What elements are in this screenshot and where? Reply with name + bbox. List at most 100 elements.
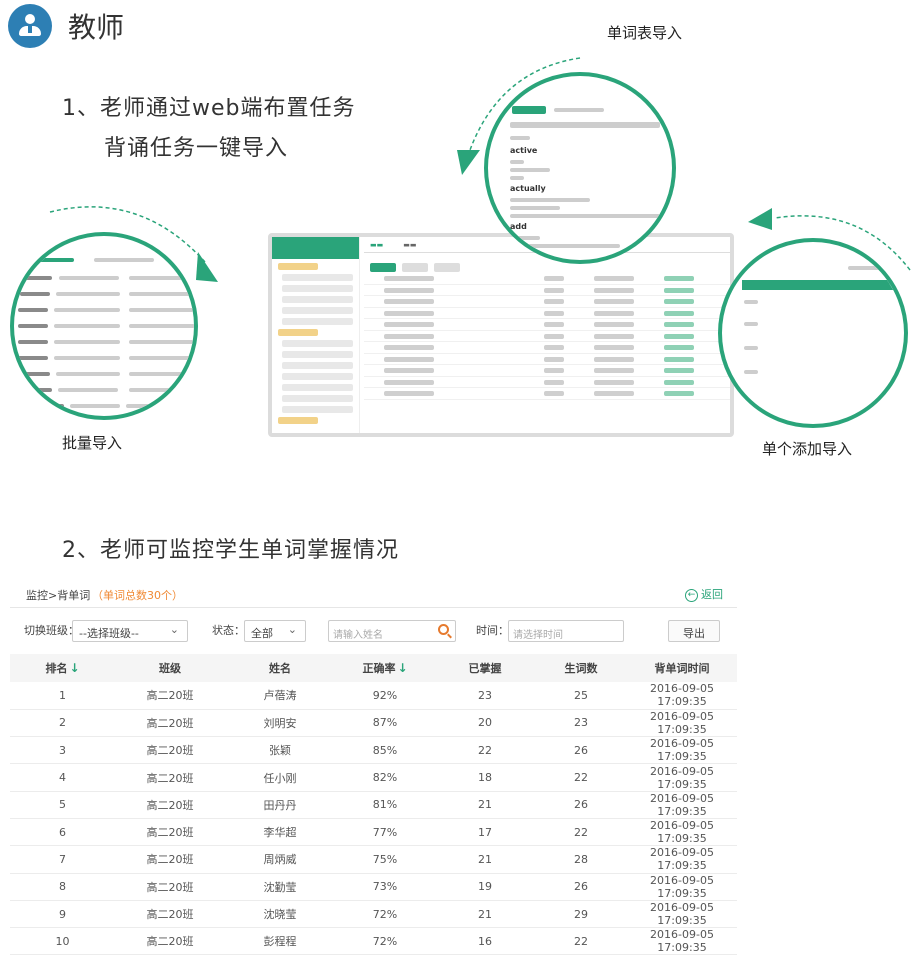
monitor-header: 监控>背单词 （单词总数30个） ← 返回 bbox=[10, 578, 737, 608]
zoom-word-actually: actually bbox=[510, 184, 546, 193]
cell-rank: 6 bbox=[10, 818, 115, 847]
cell-rank: 3 bbox=[10, 736, 115, 765]
table-row: 6 高二20班 李华超 77% 17 22 2016-09-05 17:09:35 bbox=[10, 818, 737, 847]
cell-name: 沈晓莹 bbox=[225, 900, 335, 929]
chevron-down-icon: ⌄ bbox=[287, 623, 297, 636]
cell-new-words: 26 bbox=[535, 873, 627, 901]
cell-rank: 8 bbox=[10, 873, 115, 901]
cell-name: 彭程程 bbox=[225, 927, 335, 956]
cell-class: 高二20班 bbox=[115, 900, 225, 929]
cell-time: 2016-09-05 17:09:35 bbox=[627, 709, 737, 738]
cell-name: 沈勤莹 bbox=[225, 873, 335, 901]
cell-accuracy: 73% bbox=[335, 873, 435, 901]
cell-name: 田丹丹 bbox=[225, 791, 335, 819]
col-rank[interactable]: 排名 ↓ bbox=[10, 654, 115, 682]
cell-time: 2016-09-05 17:09:35 bbox=[627, 900, 737, 929]
cell-rank: 10 bbox=[10, 927, 115, 956]
arrow-head-right bbox=[748, 208, 772, 230]
table-row: 2 高二20班 刘明安 87% 20 23 2016-09-05 17:09:35 bbox=[10, 709, 737, 738]
cell-time: 2016-09-05 17:09:35 bbox=[627, 873, 737, 901]
name-search-input[interactable]: 请输入姓名 bbox=[328, 620, 456, 642]
cell-time: 2016-09-05 17:09:35 bbox=[627, 682, 737, 710]
cell-name: 任小刚 bbox=[225, 763, 335, 792]
cell-class: 高二20班 bbox=[115, 791, 225, 819]
cell-new-words: 26 bbox=[535, 736, 627, 765]
cell-new-words: 23 bbox=[535, 709, 627, 738]
cell-name: 刘明安 bbox=[225, 709, 335, 738]
screen-main: ▬▬ ▬▬ bbox=[364, 237, 730, 433]
batch-import-zoom bbox=[10, 232, 198, 420]
breadcrumb: 监控>背单词 bbox=[26, 589, 91, 602]
cell-class: 高二20班 bbox=[115, 873, 225, 901]
col-name: 姓名 bbox=[225, 654, 335, 682]
time-picker-input[interactable]: 请选择时间 bbox=[508, 620, 624, 642]
cell-new-words: 22 bbox=[535, 763, 627, 792]
col-mastered: 已掌握 bbox=[435, 654, 535, 682]
back-button[interactable]: ← 返回 bbox=[685, 586, 723, 602]
cell-rank: 2 bbox=[10, 709, 115, 738]
cell-mastered: 16 bbox=[435, 927, 535, 956]
section2-title: 2、老师可监控学生单词掌握情况 bbox=[62, 538, 399, 563]
cell-mastered: 20 bbox=[435, 709, 535, 738]
status-select[interactable]: 全部 ⌄ bbox=[244, 620, 306, 642]
col-time: 背单词时间 bbox=[627, 654, 737, 682]
zoom-word-active: active bbox=[510, 146, 538, 155]
student-word-table: 排名 ↓ 班级 姓名 正确率 ↓ 已掌握 生词数 背单词时间 1 高二20班 卢蓓涛 92… bbox=[10, 654, 737, 956]
cell-name: 周炳威 bbox=[225, 845, 335, 874]
cell-name: 张颖 bbox=[225, 736, 335, 765]
cell-new-words: 22 bbox=[535, 818, 627, 847]
table-header-row: 排名 ↓ 班级 姓名 正确率 ↓ 已掌握 生词数 背单词时间 bbox=[10, 654, 737, 682]
cell-rank: 4 bbox=[10, 763, 115, 792]
table-row: 4 高二20班 任小刚 82% 18 22 2016-09-05 17:09:35 bbox=[10, 763, 737, 792]
arrow-head-top bbox=[457, 150, 480, 175]
cell-time: 2016-09-05 17:09:35 bbox=[627, 763, 737, 792]
table-row: 7 高二20班 周炳威 75% 21 28 2016-09-05 17:09:35 bbox=[10, 845, 737, 874]
cell-rank: 1 bbox=[10, 682, 115, 710]
cell-name: 卢蓓涛 bbox=[225, 682, 335, 710]
cell-class: 高二20班 bbox=[115, 736, 225, 765]
cell-time: 2016-09-05 17:09:35 bbox=[627, 791, 737, 819]
status-filter-label: 状态： bbox=[212, 624, 245, 637]
wordlist-import-zoom: active actually add bbox=[484, 72, 676, 264]
cell-accuracy: 87% bbox=[335, 709, 435, 738]
table-row: 1 高二20班 卢蓓涛 92% 23 25 2016-09-05 17:09:35 bbox=[10, 682, 737, 710]
back-arrow-icon: ← bbox=[685, 588, 698, 602]
class-select[interactable]: --选择班级-- ⌄ bbox=[72, 620, 188, 642]
cell-mastered: 19 bbox=[435, 873, 535, 901]
cell-class: 高二20班 bbox=[115, 682, 225, 710]
cell-class: 高二20班 bbox=[115, 927, 225, 956]
cell-new-words: 28 bbox=[535, 845, 627, 874]
sort-down-icon[interactable]: ↓ bbox=[397, 661, 407, 675]
cell-accuracy: 75% bbox=[335, 845, 435, 874]
cell-rank: 9 bbox=[10, 900, 115, 929]
cell-class: 高二20班 bbox=[115, 709, 225, 738]
cell-mastered: 21 bbox=[435, 791, 535, 819]
cell-class: 高二20班 bbox=[115, 763, 225, 792]
cell-rank: 7 bbox=[10, 845, 115, 874]
table-row: 9 高二20班 沈晓莹 72% 21 29 2016-09-05 17:09:35 bbox=[10, 900, 737, 929]
col-new-words: 生词数 bbox=[535, 654, 627, 682]
table-row: 5 高二20班 田丹丹 81% 21 26 2016-09-05 17:09:35 bbox=[10, 791, 737, 819]
cell-new-words: 25 bbox=[535, 682, 627, 710]
screen-sidebar bbox=[272, 237, 360, 433]
monitor-panel: 监控>背单词 （单词总数30个） ← 返回 切换班级： --选择班级-- ⌄ 状态… bbox=[10, 578, 737, 964]
table-row: 3 高二20班 张颖 85% 22 26 2016-09-05 17:09:35 bbox=[10, 736, 737, 765]
search-icon[interactable] bbox=[438, 624, 449, 635]
table-row: 10 高二20班 彭程程 72% 16 22 2016-09-05 17:09:35 bbox=[10, 927, 737, 956]
zoom-word-add: add bbox=[510, 222, 527, 231]
cell-accuracy: 92% bbox=[335, 682, 435, 710]
cell-mastered: 17 bbox=[435, 818, 535, 847]
cell-accuracy: 77% bbox=[335, 818, 435, 847]
col-accuracy[interactable]: 正确率 ↓ bbox=[335, 654, 435, 682]
cell-mastered: 23 bbox=[435, 682, 535, 710]
cell-accuracy: 72% bbox=[335, 900, 435, 929]
sort-down-icon[interactable]: ↓ bbox=[69, 661, 79, 675]
col-class: 班级 bbox=[115, 654, 225, 682]
cell-mastered: 21 bbox=[435, 845, 535, 874]
cell-mastered: 22 bbox=[435, 736, 535, 765]
export-button[interactable]: 导出 bbox=[668, 620, 720, 642]
cell-mastered: 18 bbox=[435, 763, 535, 792]
chevron-down-icon: ⌄ bbox=[169, 623, 179, 636]
cell-accuracy: 81% bbox=[335, 791, 435, 819]
cell-mastered: 21 bbox=[435, 900, 535, 929]
